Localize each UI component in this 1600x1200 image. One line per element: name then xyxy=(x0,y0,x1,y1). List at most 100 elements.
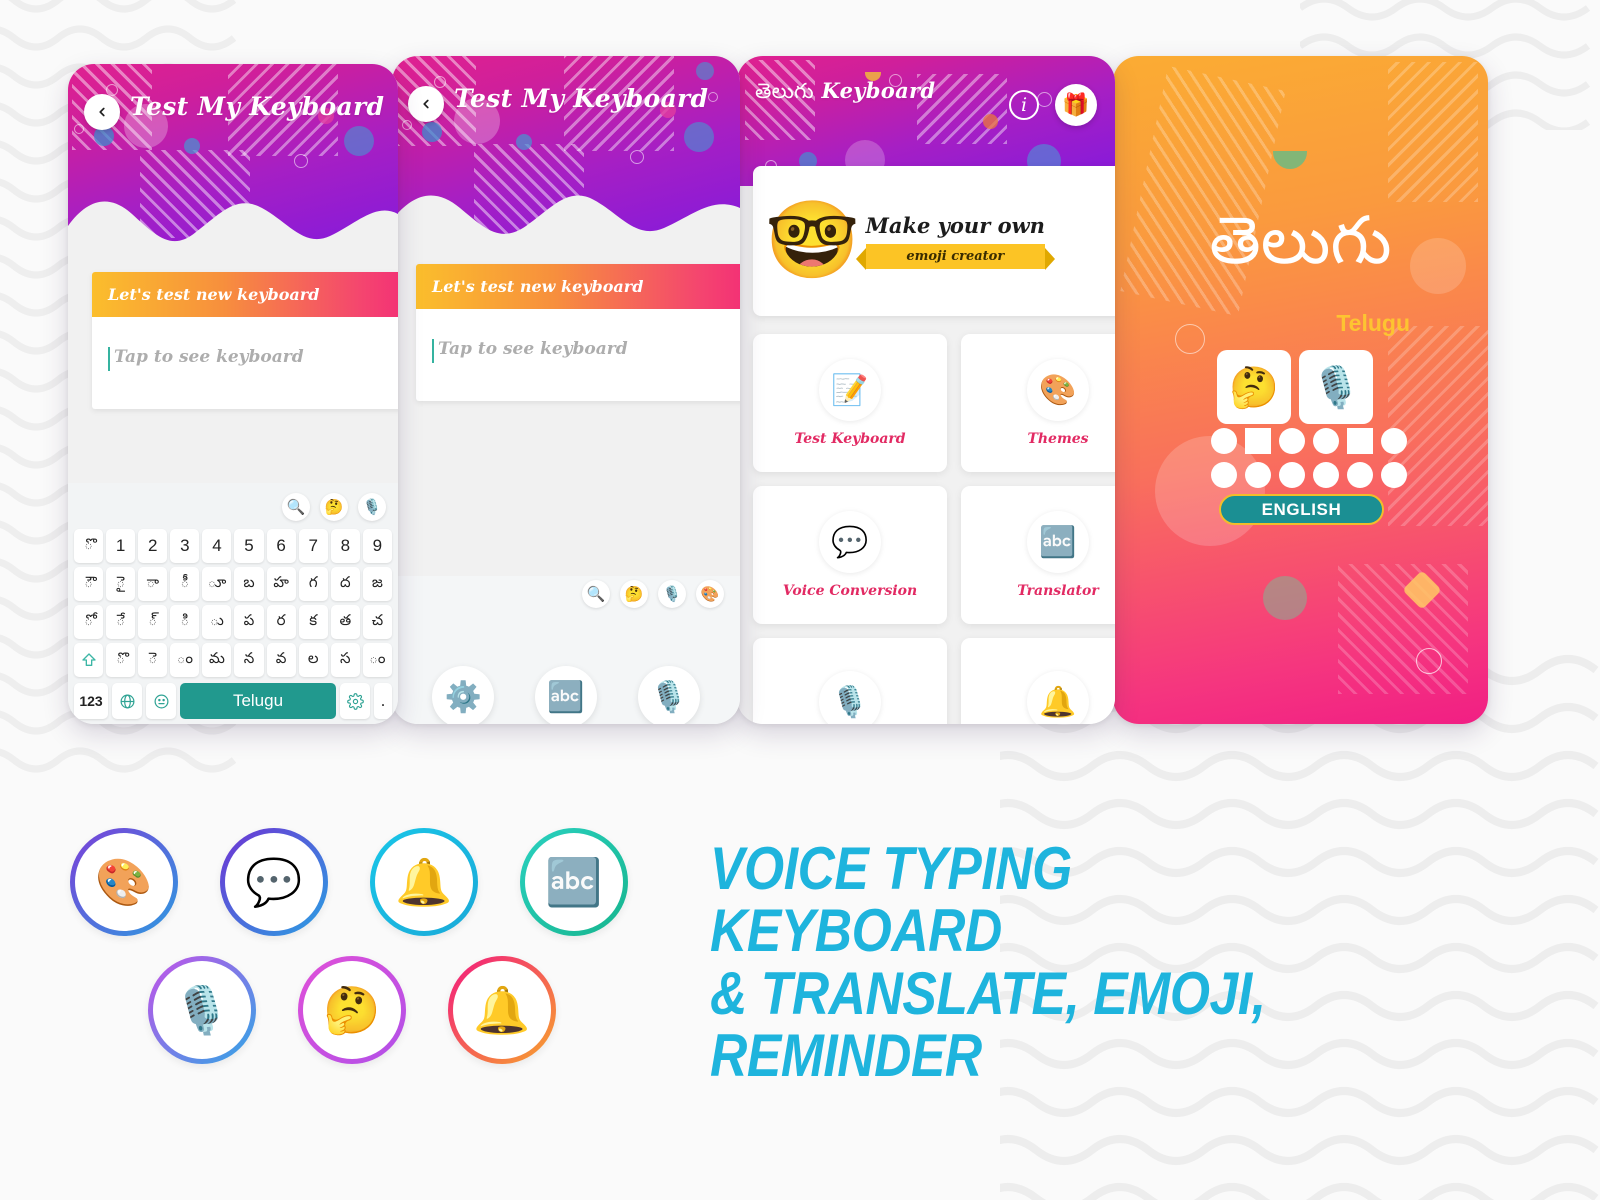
key[interactable]: మ xyxy=(202,643,232,677)
back-button[interactable] xyxy=(84,94,120,130)
test-input-field[interactable]: Tap to see keyboard xyxy=(416,309,740,401)
key[interactable]: ూ xyxy=(202,567,232,601)
badge-translator[interactable]: 🔤 xyxy=(520,828,628,936)
key[interactable]: వ xyxy=(266,643,296,677)
key[interactable]: 2 xyxy=(138,529,168,563)
thinking-emoji-icon[interactable]: 🤔 xyxy=(320,493,348,521)
key[interactable]: క xyxy=(298,605,328,639)
key[interactable]: ో xyxy=(74,605,104,639)
badge-ring: 🎨 xyxy=(70,828,178,936)
search-icon[interactable]: 🔍 xyxy=(582,580,610,608)
emoji-creator-banner[interactable]: 🤓 Make your own emoji creator xyxy=(753,166,1115,316)
key[interactable]: ీ xyxy=(170,567,200,601)
key[interactable]: ల xyxy=(298,643,328,677)
promo-headline: VOICE TYPING KEYBOARD & TRANSLATE, EMOJI… xyxy=(710,837,1364,1088)
themes-palette-icon: 🎨 xyxy=(1027,359,1089,421)
card-themes[interactable]: 🎨 Themes xyxy=(961,334,1115,472)
numeric-key[interactable]: 123 xyxy=(74,683,108,719)
space-key[interactable]: Telugu xyxy=(180,683,336,719)
microphone-icon[interactable]: 🎙️ xyxy=(637,666,700,724)
key[interactable]: 1 xyxy=(106,529,136,563)
key[interactable]: జ xyxy=(362,567,392,601)
key[interactable]: ం xyxy=(170,643,200,677)
key[interactable]: చ xyxy=(362,605,392,639)
badge-notification[interactable]: 🔔 xyxy=(448,956,556,1064)
key[interactable]: గ xyxy=(298,567,328,601)
home-title-latin: Keyboard xyxy=(821,78,936,103)
microphone-icon[interactable]: 🎙️ xyxy=(358,493,386,521)
key[interactable]: ొ xyxy=(74,529,104,563)
key[interactable]: న xyxy=(234,643,264,677)
globe-icon[interactable] xyxy=(112,683,142,719)
promo-graphic-page: తెలుగు Telugu 🤔 🎙️ ENGLISH తెలుగు Keyboa… xyxy=(0,0,1600,1200)
settings-gear-icon[interactable]: ⚙️ xyxy=(432,666,495,724)
key[interactable]: 9 xyxy=(362,529,392,563)
key[interactable]: స xyxy=(330,643,360,677)
test-input-field[interactable]: Tap to see keyboard xyxy=(92,317,398,409)
badge-ring: 🤔 xyxy=(298,956,406,1064)
key[interactable]: బ xyxy=(234,567,264,601)
microphone-icon[interactable]: 🎙️ xyxy=(658,580,686,608)
decor-ring xyxy=(74,124,84,134)
feature-icon-grid: ⚙️ 🔤 🎙️ 💬 🔔 ⭐ xyxy=(392,616,740,724)
key[interactable]: ె xyxy=(138,643,168,677)
key[interactable]: ం xyxy=(362,643,392,677)
badge-voice-typing[interactable]: 🎙️ xyxy=(148,956,256,1064)
key[interactable]: హ xyxy=(266,567,296,601)
key[interactable]: ్ xyxy=(138,605,168,639)
card-test-keyboard[interactable]: 📝 Test Keyboard xyxy=(753,334,947,472)
test-keyboard-body: Let's test new keyboard Tap to see keybo… xyxy=(68,254,398,724)
themes-palette-icon: 🎨 xyxy=(75,833,173,931)
key[interactable]: ై xyxy=(106,567,136,601)
key[interactable]: ప xyxy=(234,605,264,639)
emoji-face-icon[interactable] xyxy=(146,683,176,719)
card-voice-typing[interactable]: 🎙️ xyxy=(753,638,947,724)
key[interactable]: ే xyxy=(106,605,136,639)
back-button[interactable] xyxy=(408,86,444,122)
badge-voice-conversion[interactable]: 💬 xyxy=(220,828,328,936)
key[interactable]: ి xyxy=(170,605,200,639)
key[interactable]: 3 xyxy=(170,529,200,563)
key[interactable]: 7 xyxy=(298,529,328,563)
thinking-emoji-icon: 🤔 xyxy=(1217,350,1291,424)
key[interactable]: ా xyxy=(138,567,168,601)
translate-icon[interactable]: 🔤 xyxy=(534,666,597,724)
shift-key[interactable] xyxy=(74,643,104,677)
decor-stripes xyxy=(1338,564,1468,694)
card-voice-conversion[interactable]: 💬 Voice Conversion xyxy=(753,486,947,624)
key[interactable]: ొ xyxy=(106,643,136,677)
key[interactable]: ు xyxy=(202,605,232,639)
decor-ring xyxy=(1175,324,1205,354)
badge-reminder[interactable]: 🔔 xyxy=(370,828,478,936)
decor-ring xyxy=(434,76,446,88)
phone-mockup-home: తెలుగు Keyboard i 🎁 🤓 Make your own emoj… xyxy=(737,56,1115,724)
language-english-button[interactable]: ENGLISH xyxy=(1219,494,1384,525)
phone-mockup-keyboard: Test My Keyboard Let's test new keyboard… xyxy=(68,64,398,724)
key[interactable]: 5 xyxy=(234,529,264,563)
key[interactable]: 6 xyxy=(266,529,296,563)
gear-icon[interactable] xyxy=(340,683,370,719)
key[interactable]: ద xyxy=(330,567,360,601)
emoji-banner-line1: Make your own xyxy=(865,213,1045,238)
card-translator[interactable]: 🔤 Translator xyxy=(961,486,1115,624)
keyboard-row-1: ొ 1 2 3 4 5 6 7 8 9 xyxy=(72,529,394,563)
period-key[interactable]: . xyxy=(374,683,392,719)
key[interactable]: 8 xyxy=(330,529,360,563)
key[interactable]: 4 xyxy=(202,529,232,563)
badge-themes[interactable]: 🎨 xyxy=(70,828,178,936)
gift-icon[interactable]: 🎁 xyxy=(1055,84,1097,126)
key[interactable]: ర xyxy=(266,605,296,639)
splash-keyboard-dots xyxy=(1211,428,1411,496)
thinking-emoji-icon[interactable]: 🤔 xyxy=(620,580,648,608)
key[interactable]: ౌ xyxy=(74,567,104,601)
microphone-icon: 🎙️ xyxy=(153,961,251,1059)
key[interactable]: త xyxy=(330,605,360,639)
splash-screen: తెలుగు Telugu 🤔 🎙️ ENGLISH xyxy=(1113,56,1488,724)
bell-icon: 🔔 xyxy=(1027,671,1089,724)
search-icon[interactable]: 🔍 xyxy=(282,493,310,521)
card-reminder[interactable]: 🔔 xyxy=(961,638,1115,724)
badge-emoji[interactable]: 🤔 xyxy=(298,956,406,1064)
chat-question-icon: 💬 xyxy=(225,833,323,931)
info-icon[interactable]: i xyxy=(1009,90,1039,120)
themes-icon[interactable]: 🎨 xyxy=(696,580,724,608)
